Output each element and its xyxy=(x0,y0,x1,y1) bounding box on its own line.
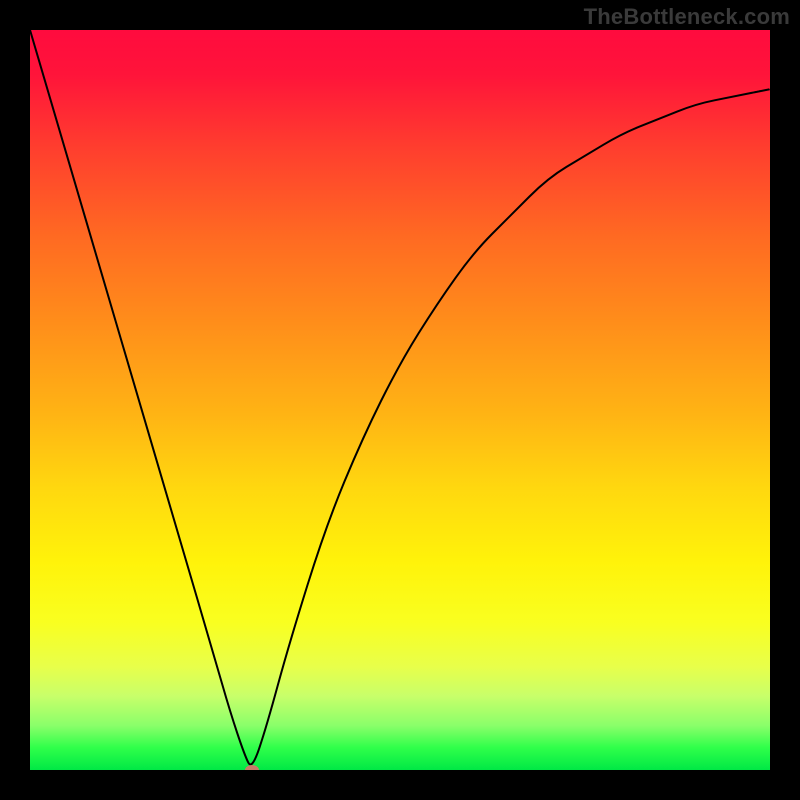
curve-path xyxy=(30,30,770,764)
chart-frame: TheBottleneck.com xyxy=(0,0,800,800)
bottleneck-curve xyxy=(30,30,770,770)
plot-area xyxy=(30,30,770,770)
watermark-text: TheBottleneck.com xyxy=(584,4,790,30)
minimum-marker xyxy=(245,765,259,770)
